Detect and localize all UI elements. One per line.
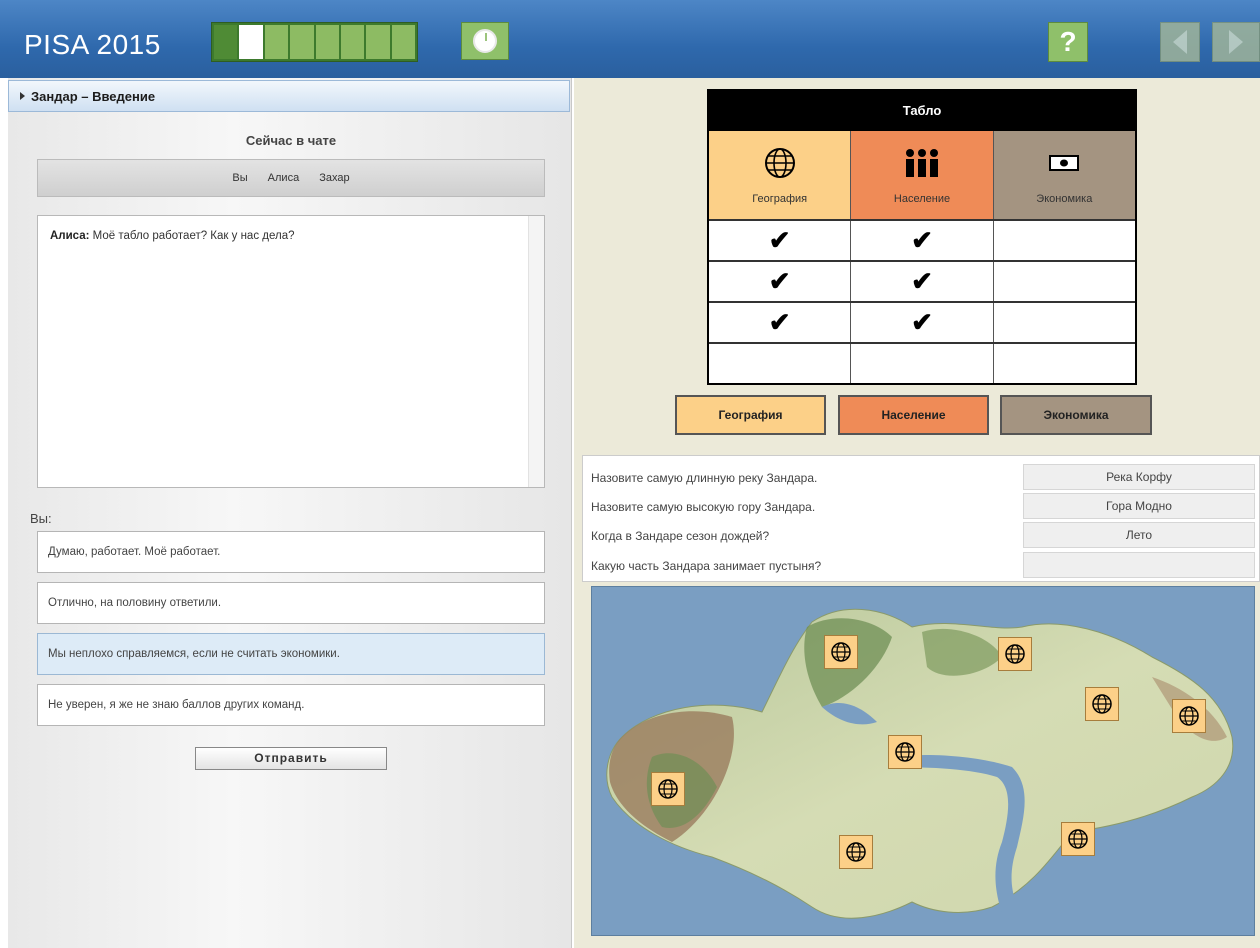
brand-title: PISA 2015 [24, 29, 161, 60]
expand-arrow-icon [20, 92, 25, 100]
question-row: Какую часть Зандара занимает пустыня? [583, 552, 1260, 580]
answer-field[interactable] [1023, 552, 1255, 578]
score-cell [994, 262, 1135, 301]
check-icon: ✔ [851, 221, 994, 260]
response-option[interactable]: Не уверен, я же не знаю баллов других ко… [37, 684, 545, 726]
category-economy: Экономика [993, 131, 1135, 219]
clock-icon [473, 29, 497, 53]
arrow-left-icon [1173, 30, 1187, 54]
map-pin-globe-icon[interactable] [839, 835, 873, 869]
globe-icon [709, 145, 850, 181]
category-label: Население [893, 193, 951, 205]
economy-button[interactable]: Экономика [1000, 395, 1152, 435]
next-button[interactable] [1212, 22, 1260, 62]
score-cell [994, 303, 1135, 342]
chat-log[interactable]: Алиса: Моё табло работает? Как у нас дел… [37, 215, 545, 488]
answer-field[interactable]: Гора Модно [1023, 493, 1255, 519]
score-cell [851, 344, 994, 383]
chat-speaker: Алиса: [50, 230, 90, 242]
section-title: Зандар – Введение [31, 89, 156, 104]
category-population: Население [851, 131, 994, 219]
map-pin-globe-icon[interactable] [1061, 822, 1095, 856]
map-pin-globe-icon[interactable] [1172, 699, 1206, 733]
island-map [591, 586, 1255, 936]
progress-bar [211, 22, 418, 62]
scoreboard-title: Табло [709, 91, 1135, 131]
previous-button[interactable] [1160, 22, 1200, 62]
check-icon: ✔ [851, 262, 994, 301]
check-icon: ✔ [709, 221, 852, 260]
chat-message: Алиса: Моё табло работает? Как у нас дел… [50, 230, 532, 242]
people-icon [851, 145, 992, 181]
question-text: Когда в Зандаре сезон дождей? [591, 529, 770, 543]
timer-button[interactable] [461, 22, 509, 60]
question-row: Назовите самую длинную реку Зандара. Рек… [583, 464, 1260, 492]
participant-name: Вы [232, 172, 248, 184]
chat-scrollbar[interactable] [528, 216, 544, 487]
chat-text: Моё табло работает? Как у нас дела? [92, 230, 295, 242]
section-header[interactable]: Зандар – Введение [8, 80, 570, 112]
question-text: Назовите самую высокую гору Зандара. [591, 500, 816, 514]
island-terrain [606, 608, 1234, 919]
participants-bar: Вы Алиса Захар [37, 159, 545, 197]
score-cell [994, 344, 1135, 383]
geography-button[interactable]: География [675, 395, 826, 435]
chat-panel [8, 78, 572, 948]
help-button[interactable]: ? [1048, 22, 1088, 62]
map-pin-globe-icon[interactable] [1085, 687, 1119, 721]
question-row: Назовите самую высокую гору Зандара. Гор… [583, 493, 1260, 521]
map-pin-globe-icon[interactable] [824, 635, 858, 669]
score-row [709, 342, 1135, 383]
you-label: Вы: [30, 511, 52, 526]
progress-segment-current [239, 25, 263, 59]
score-cell [994, 221, 1135, 260]
scoreboard: Табло География Население Экономика ✔ ✔ … [707, 89, 1137, 385]
category-geography: География [709, 131, 852, 219]
question-text: Назовите самую длинную реку Зандара. [591, 471, 818, 485]
response-option-selected[interactable]: Мы неплохо справляемся, если не считать … [37, 633, 545, 675]
send-button[interactable]: Отправить [195, 747, 387, 770]
score-row: ✔ ✔ [709, 260, 1135, 301]
answer-field[interactable]: Река Корфу [1023, 464, 1255, 490]
population-button[interactable]: Население [838, 395, 989, 435]
progress-segment [214, 25, 238, 59]
score-row: ✔ ✔ [709, 301, 1135, 342]
score-cell [709, 344, 852, 383]
map-pin-globe-icon[interactable] [998, 637, 1032, 671]
scoreboard-categories: География Население Экономика [709, 131, 1135, 219]
questions-list: Назовите самую длинную реку Зандара. Рек… [582, 455, 1260, 582]
progress-segment [340, 25, 365, 59]
progress-segment [366, 25, 390, 59]
answer-field[interactable]: Лето [1023, 522, 1255, 548]
money-icon [994, 145, 1135, 181]
question-text: Какую часть Зандара занимает пустыня? [591, 559, 822, 573]
category-label: Экономика [1036, 193, 1093, 205]
response-option[interactable]: Отлично, на половину ответили. [37, 582, 545, 624]
chat-title: Сейчас в чате [245, 133, 337, 148]
arrow-right-icon [1229, 30, 1243, 54]
question-row: Когда в Зандаре сезон дождей? Лето [583, 522, 1260, 550]
map-pin-globe-icon[interactable] [888, 735, 922, 769]
response-option[interactable]: Думаю, работает. Моё работает. [37, 531, 545, 573]
check-icon: ✔ [709, 262, 852, 301]
progress-segment [315, 25, 339, 59]
check-icon: ✔ [851, 303, 994, 342]
category-label: География [752, 193, 808, 205]
map-pin-globe-icon[interactable] [651, 772, 685, 806]
participant-name: Захар [319, 172, 350, 184]
participant-name: Алиса [267, 172, 300, 184]
check-icon: ✔ [709, 303, 852, 342]
progress-segment [290, 25, 314, 59]
score-row: ✔ ✔ [709, 219, 1135, 260]
progress-segment [391, 25, 415, 59]
progress-segment [264, 25, 289, 59]
